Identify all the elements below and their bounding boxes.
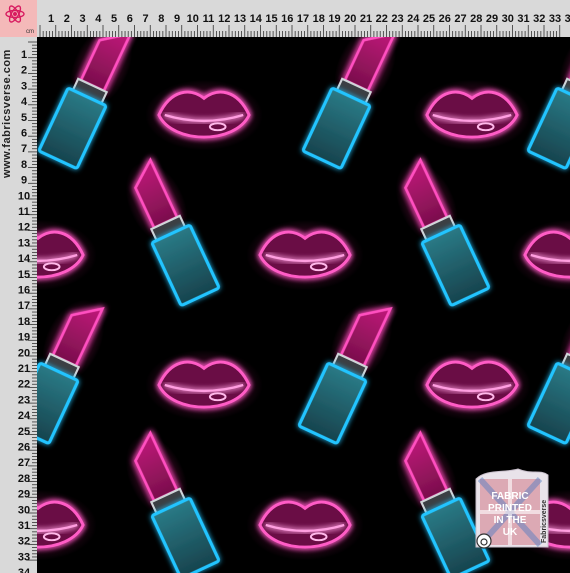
lips-icon [145,80,263,151]
ruler-number-top: 6 [127,13,133,25]
ruler-number-top: 9 [174,13,180,25]
ruler-number-left: 1 [21,49,27,61]
ruler-number-top: 32 [533,13,545,25]
ruler-number-left: 4 [21,96,28,108]
ruler-number-top: 10 [187,13,199,25]
pattern-canvas: 1 2 3 4 5 6 7 8 9 10 11 12 13 14 15 16 17 18 19 20 21 22 23 24 2… [0,0,570,573]
ruler-number-top: 5 [111,13,117,25]
ruler-number-top: 34 [565,13,570,25]
ruler-number-top: 8 [158,13,164,25]
ruler-number-top: 30 [502,13,514,25]
ruler-number-left: 22 [18,379,30,391]
ruler-number-top: 17 [297,13,309,25]
ruler-number-left: 10 [18,190,30,202]
ruler-number-top: 23 [391,13,403,25]
ruler-number-left: 28 [18,473,30,485]
badge-line-3: IN THE [494,515,527,526]
ruler-number-top: 16 [281,13,293,25]
lips-icon [413,350,531,421]
fabric-swatch-preview: 1 2 3 4 5 6 7 8 9 10 11 12 13 14 15 16 17 18 19 20 21 22 23 24 2… [0,0,570,573]
ruler-number-left: 24 [18,410,31,422]
ruler-number-left: 31 [18,520,30,532]
certification-icon [476,533,492,549]
ruler-number-left: 7 [21,143,27,155]
ruler-number-top: 15 [265,13,277,25]
ruler-number-top: 25 [423,13,435,25]
ruler-number-top: 13 [234,13,246,25]
ruler-number-top: 19 [328,13,340,25]
lips-icon [413,80,531,151]
ruler-number-left: 8 [21,159,27,171]
ruler-number-left: 25 [18,426,30,438]
badge-line-4: UK [503,527,518,538]
ruler-number-top: 2 [64,13,70,25]
ruler-number-top: 11 [203,13,215,25]
ruler-number-top: 12 [218,13,230,25]
lips-icon [246,490,364,561]
ruler-number-left: 23 [18,394,30,406]
badge-brand: Fabricsverse [541,500,548,543]
badge-line-2: PRINTED [488,503,532,514]
ruler-number-left: 6 [21,128,27,140]
ruler-number-left: 26 [18,442,30,454]
ruler-number-left: 9 [21,175,27,187]
ruler-number-top: 14 [250,13,263,25]
ruler-number-top: 21 [360,13,372,25]
ruler-number-left: 19 [18,332,30,344]
ruler-number-left: 20 [18,347,30,359]
ruler-number-left: 29 [18,489,30,501]
ruler-number-top: 28 [470,13,482,25]
ruler-number-top: 27 [454,13,466,25]
ruler-number-left: 18 [18,316,30,328]
ruler-number-left: 2 [21,65,27,77]
ruler-number-top: 33 [549,13,561,25]
ruler-number-top: 3 [79,13,85,25]
ruler-number-left: 16 [18,285,30,297]
badge-line-1: FABRIC [491,491,528,502]
lips-icon [145,350,263,421]
ruler-number-left: 12 [18,222,30,234]
ruler-number-top: 20 [344,13,356,25]
ruler-number-top: 24 [407,13,420,25]
brand-url: www.fabricsverse.com [1,49,13,179]
ruler-number-left: 3 [21,80,27,92]
ruler-number-left: 11 [18,206,30,218]
ruler-number-left: 33 [18,551,30,563]
ruler-number-left: 14 [18,253,31,265]
ruler-number-top: 26 [439,13,451,25]
ruler-number-top: 1 [48,13,54,25]
ruler-number-left: 17 [18,300,30,312]
ruler-number-top: 4 [95,13,102,25]
ruler-number-left: 34 [18,567,31,573]
ruler-number-top: 22 [376,13,388,25]
ruler-number-left: 30 [18,504,30,516]
ruler-number-left: 21 [18,363,30,375]
ruler-number-top: 31 [517,13,529,25]
ruler-number-left: 32 [18,536,30,548]
ruler-number-left: 5 [21,112,27,124]
ruler-number-top: 18 [313,13,325,25]
ruler-number-left: 13 [18,237,30,249]
printed-in-uk-badge: FABRIC PRINTED IN THE UK Fabricsverse [475,468,549,549]
ruler-number-top: 29 [486,13,498,25]
lips-icon [246,220,364,291]
ruler-number-left: 27 [18,457,30,469]
cm-label: cm [26,29,34,35]
ruler-number-top: 7 [142,13,148,25]
ruler-number-left: 15 [18,269,30,281]
